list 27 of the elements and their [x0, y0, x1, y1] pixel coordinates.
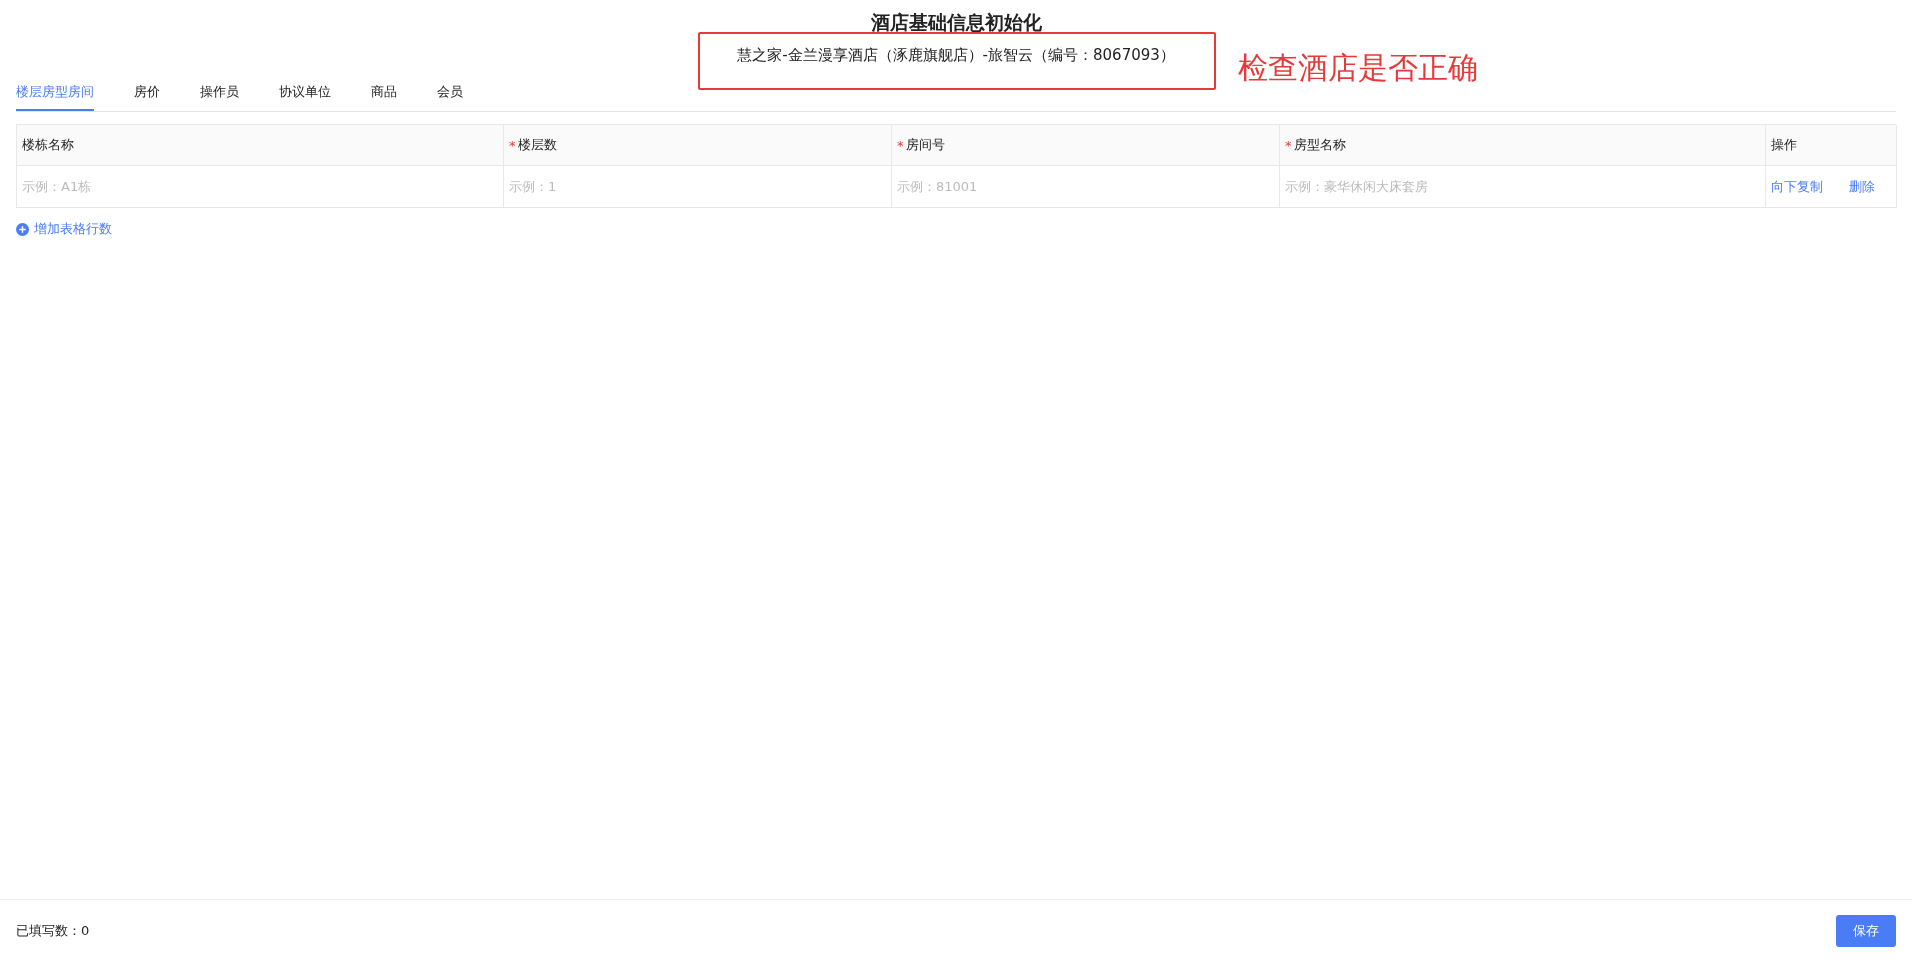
input-field[interactable]: 示例：豪华休闲大床套房 — [1280, 166, 1765, 207]
input-field[interactable]: 示例：1 — [504, 166, 891, 207]
save-button[interactable]: 保存 — [1836, 915, 1896, 947]
input-field[interactable]: 示例：A1栋 — [17, 166, 503, 207]
column-label: 楼层数 — [517, 136, 557, 154]
row-action-link[interactable]: 向下复制 — [1771, 177, 1823, 196]
tab[interactable]: 商品 — [371, 77, 397, 111]
hotel-name: 慧之家-金兰漫享酒店（涿鹿旗舰店）-旅智云（编号：8067093） — [737, 46, 1175, 65]
plus-circle-icon — [16, 222, 29, 236]
column-label: 楼栋名称 — [22, 136, 74, 154]
column-label: 房间号 — [905, 136, 945, 154]
column-label: 操作 — [1771, 136, 1797, 154]
filled-count: 已填写数：0 — [16, 922, 90, 940]
page-title: 酒店基础信息初始化 — [870, 10, 1042, 35]
input-field[interactable]: 示例：81001 — [892, 166, 1279, 207]
required-mark: * — [509, 137, 516, 153]
tab[interactable]: 房价 — [134, 77, 160, 111]
required-mark: * — [897, 137, 904, 153]
column-label: 房型名称 — [1293, 136, 1346, 154]
tab[interactable]: 会员 — [437, 77, 463, 111]
tab[interactable]: 操作员 — [200, 77, 239, 111]
tab[interactable]: 楼层房型房间 — [16, 77, 94, 111]
row-action-link[interactable]: 删除 — [1849, 177, 1875, 196]
tab[interactable]: 协议单位 — [279, 77, 331, 111]
required-mark: * — [1285, 137, 1292, 153]
add-row-link[interactable]: 增加表格行数 — [16, 220, 112, 238]
annotation-note: 检查酒店是否正确 — [1238, 49, 1478, 87]
